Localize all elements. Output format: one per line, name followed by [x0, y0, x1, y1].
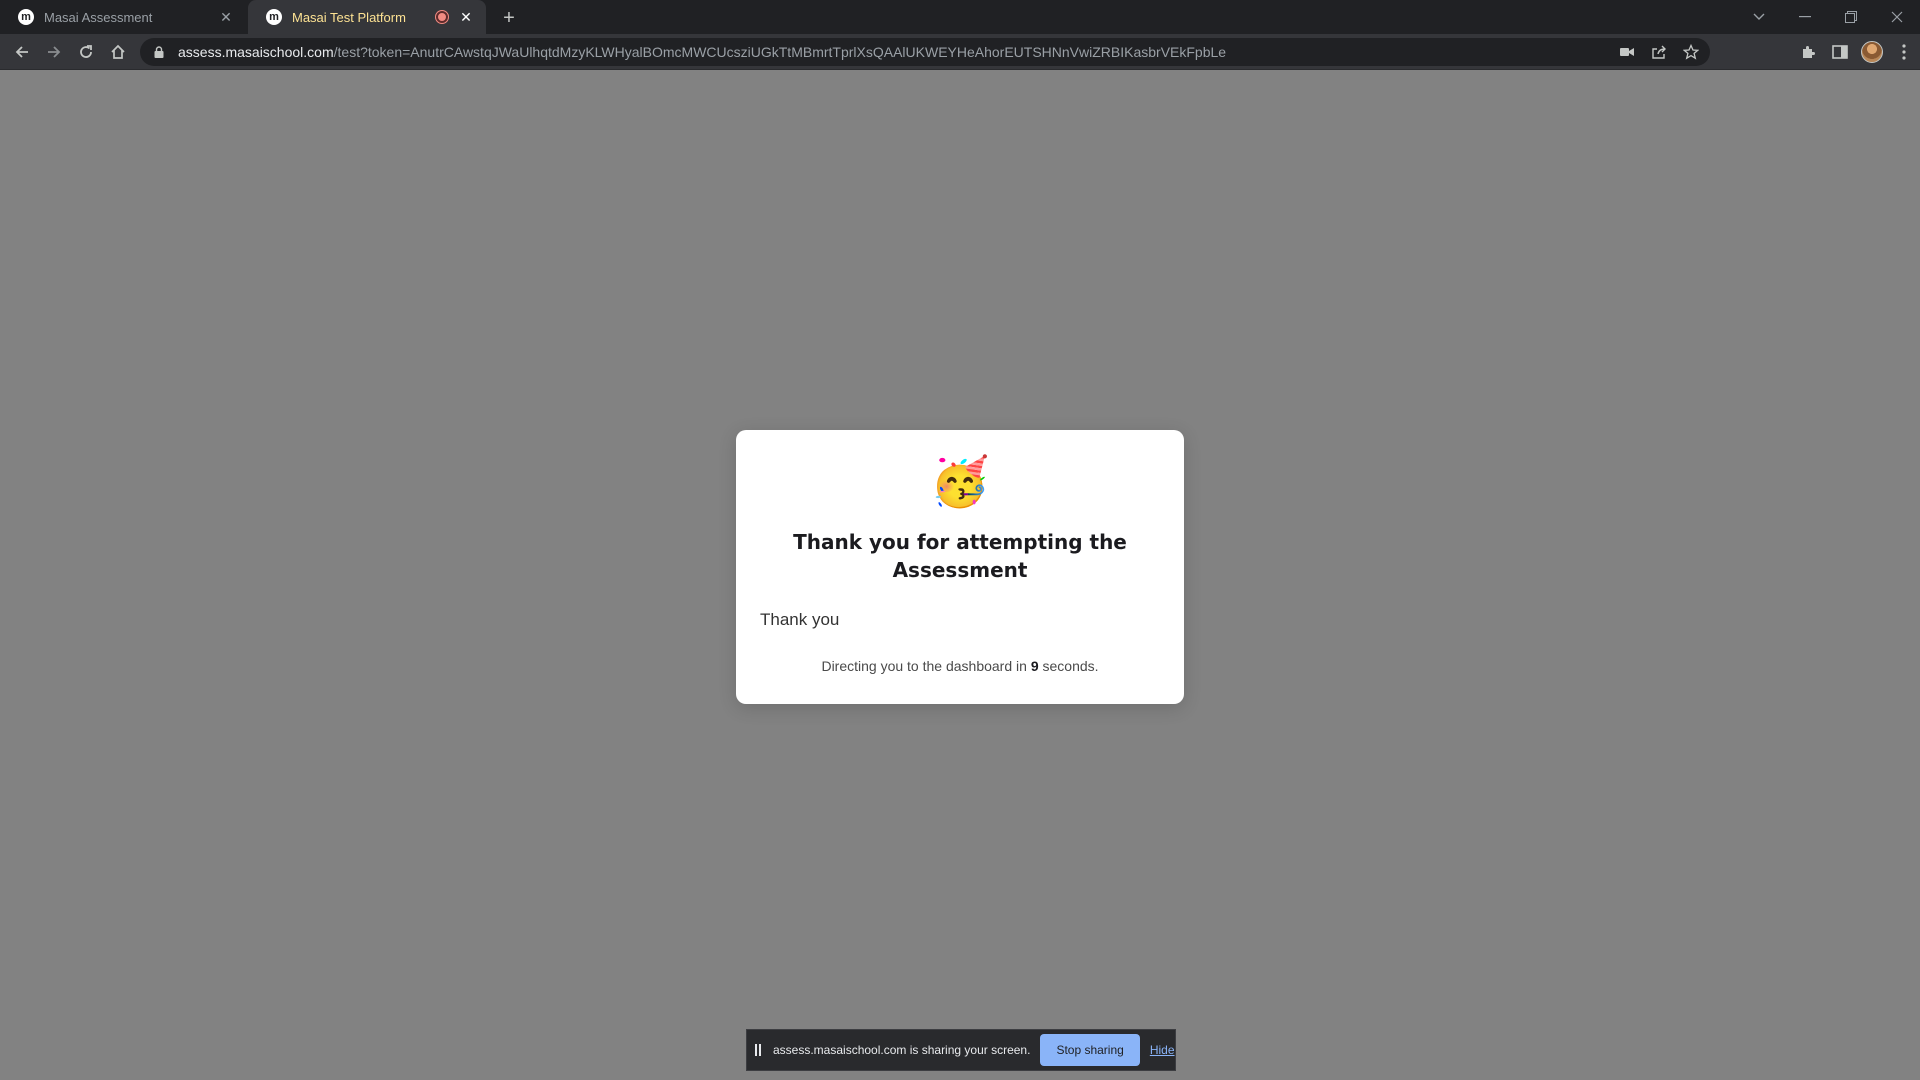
tab-masai-assessment[interactable]: m Masai Assessment ✕ — [0, 0, 246, 34]
masai-favicon-icon: m — [266, 9, 282, 25]
redirect-countdown: Directing you to the dashboard in 9 seco… — [736, 658, 1184, 674]
redirect-prefix: Directing you to the dashboard in — [821, 658, 1027, 674]
share-icon[interactable] — [1650, 43, 1668, 61]
lock-icon[interactable] — [154, 45, 168, 59]
modal-title: Thank you for attempting the Assessment — [793, 530, 1127, 582]
bookmark-star-icon[interactable] — [1682, 43, 1700, 61]
stop-sharing-button[interactable]: Stop sharing — [1040, 1034, 1140, 1066]
sharing-status-text: assess.masaischool.com is sharing your s… — [773, 1043, 1031, 1057]
redirect-seconds: 9 — [1030, 658, 1039, 674]
tab-masai-test-platform[interactable]: m Masai Test Platform ✕ — [248, 0, 486, 34]
redirect-suffix: seconds. — [1042, 658, 1099, 674]
drag-handle-icon[interactable] — [755, 1044, 765, 1056]
address-bar-actions — [1618, 38, 1700, 66]
minimize-button[interactable] — [1782, 0, 1828, 34]
screen-sharing-bar: assess.masaischool.com is sharing your s… — [746, 1029, 1176, 1071]
tab-search-icon[interactable] — [1736, 0, 1782, 34]
masai-favicon-icon: m — [18, 9, 34, 25]
tab-close-icon[interactable]: ✕ — [218, 9, 234, 25]
window-controls — [1736, 0, 1920, 34]
forward-arrow-icon[interactable] — [42, 40, 66, 64]
extensions-puzzle-icon[interactable] — [1792, 34, 1824, 70]
profile-avatar[interactable] — [1856, 34, 1888, 70]
address-bar[interactable]: assess.masaischool.com/test?token=AnutrC… — [140, 38, 1710, 66]
tab-title: Masai Assessment — [44, 9, 153, 25]
hide-link[interactable]: Hide — [1150, 1043, 1175, 1057]
party-face-icon: 🥳 — [930, 456, 990, 509]
browser-toolbar: assess.masaischool.com/test?token=AnutrC… — [0, 34, 1920, 70]
assessment-complete-modal: 🥳 Thank you for attempting the Assessmen… — [736, 430, 1184, 704]
toolbar-right-actions — [1792, 34, 1920, 70]
reload-icon[interactable] — [74, 40, 98, 64]
tab-close-icon[interactable]: ✕ — [458, 9, 474, 25]
side-panel-icon[interactable] — [1824, 34, 1856, 70]
browser-tab-strip: m Masai Assessment ✕ m Masai Test Platfo… — [0, 0, 1920, 34]
url-path: /test?token=AnutrCAwstqJWaUlhqtdMzyKLWHy… — [333, 44, 1227, 60]
new-tab-button[interactable]: + — [498, 7, 520, 29]
back-arrow-icon[interactable] — [10, 40, 34, 64]
menu-kebab-icon[interactable] — [1888, 34, 1920, 70]
close-window-button[interactable] — [1874, 0, 1920, 34]
tab-title: Masai Test Platform — [292, 9, 406, 25]
restore-button[interactable] — [1828, 0, 1874, 34]
recording-indicator-icon — [436, 11, 448, 23]
avatar — [1861, 41, 1883, 63]
url-text: assess.masaischool.com/test?token=AnutrC… — [178, 44, 1226, 60]
url-host: assess.masaischool.com — [178, 44, 334, 60]
camera-in-use-icon[interactable] — [1618, 43, 1636, 61]
modal-message: Thank you — [760, 610, 840, 629]
home-icon[interactable] — [106, 40, 130, 64]
